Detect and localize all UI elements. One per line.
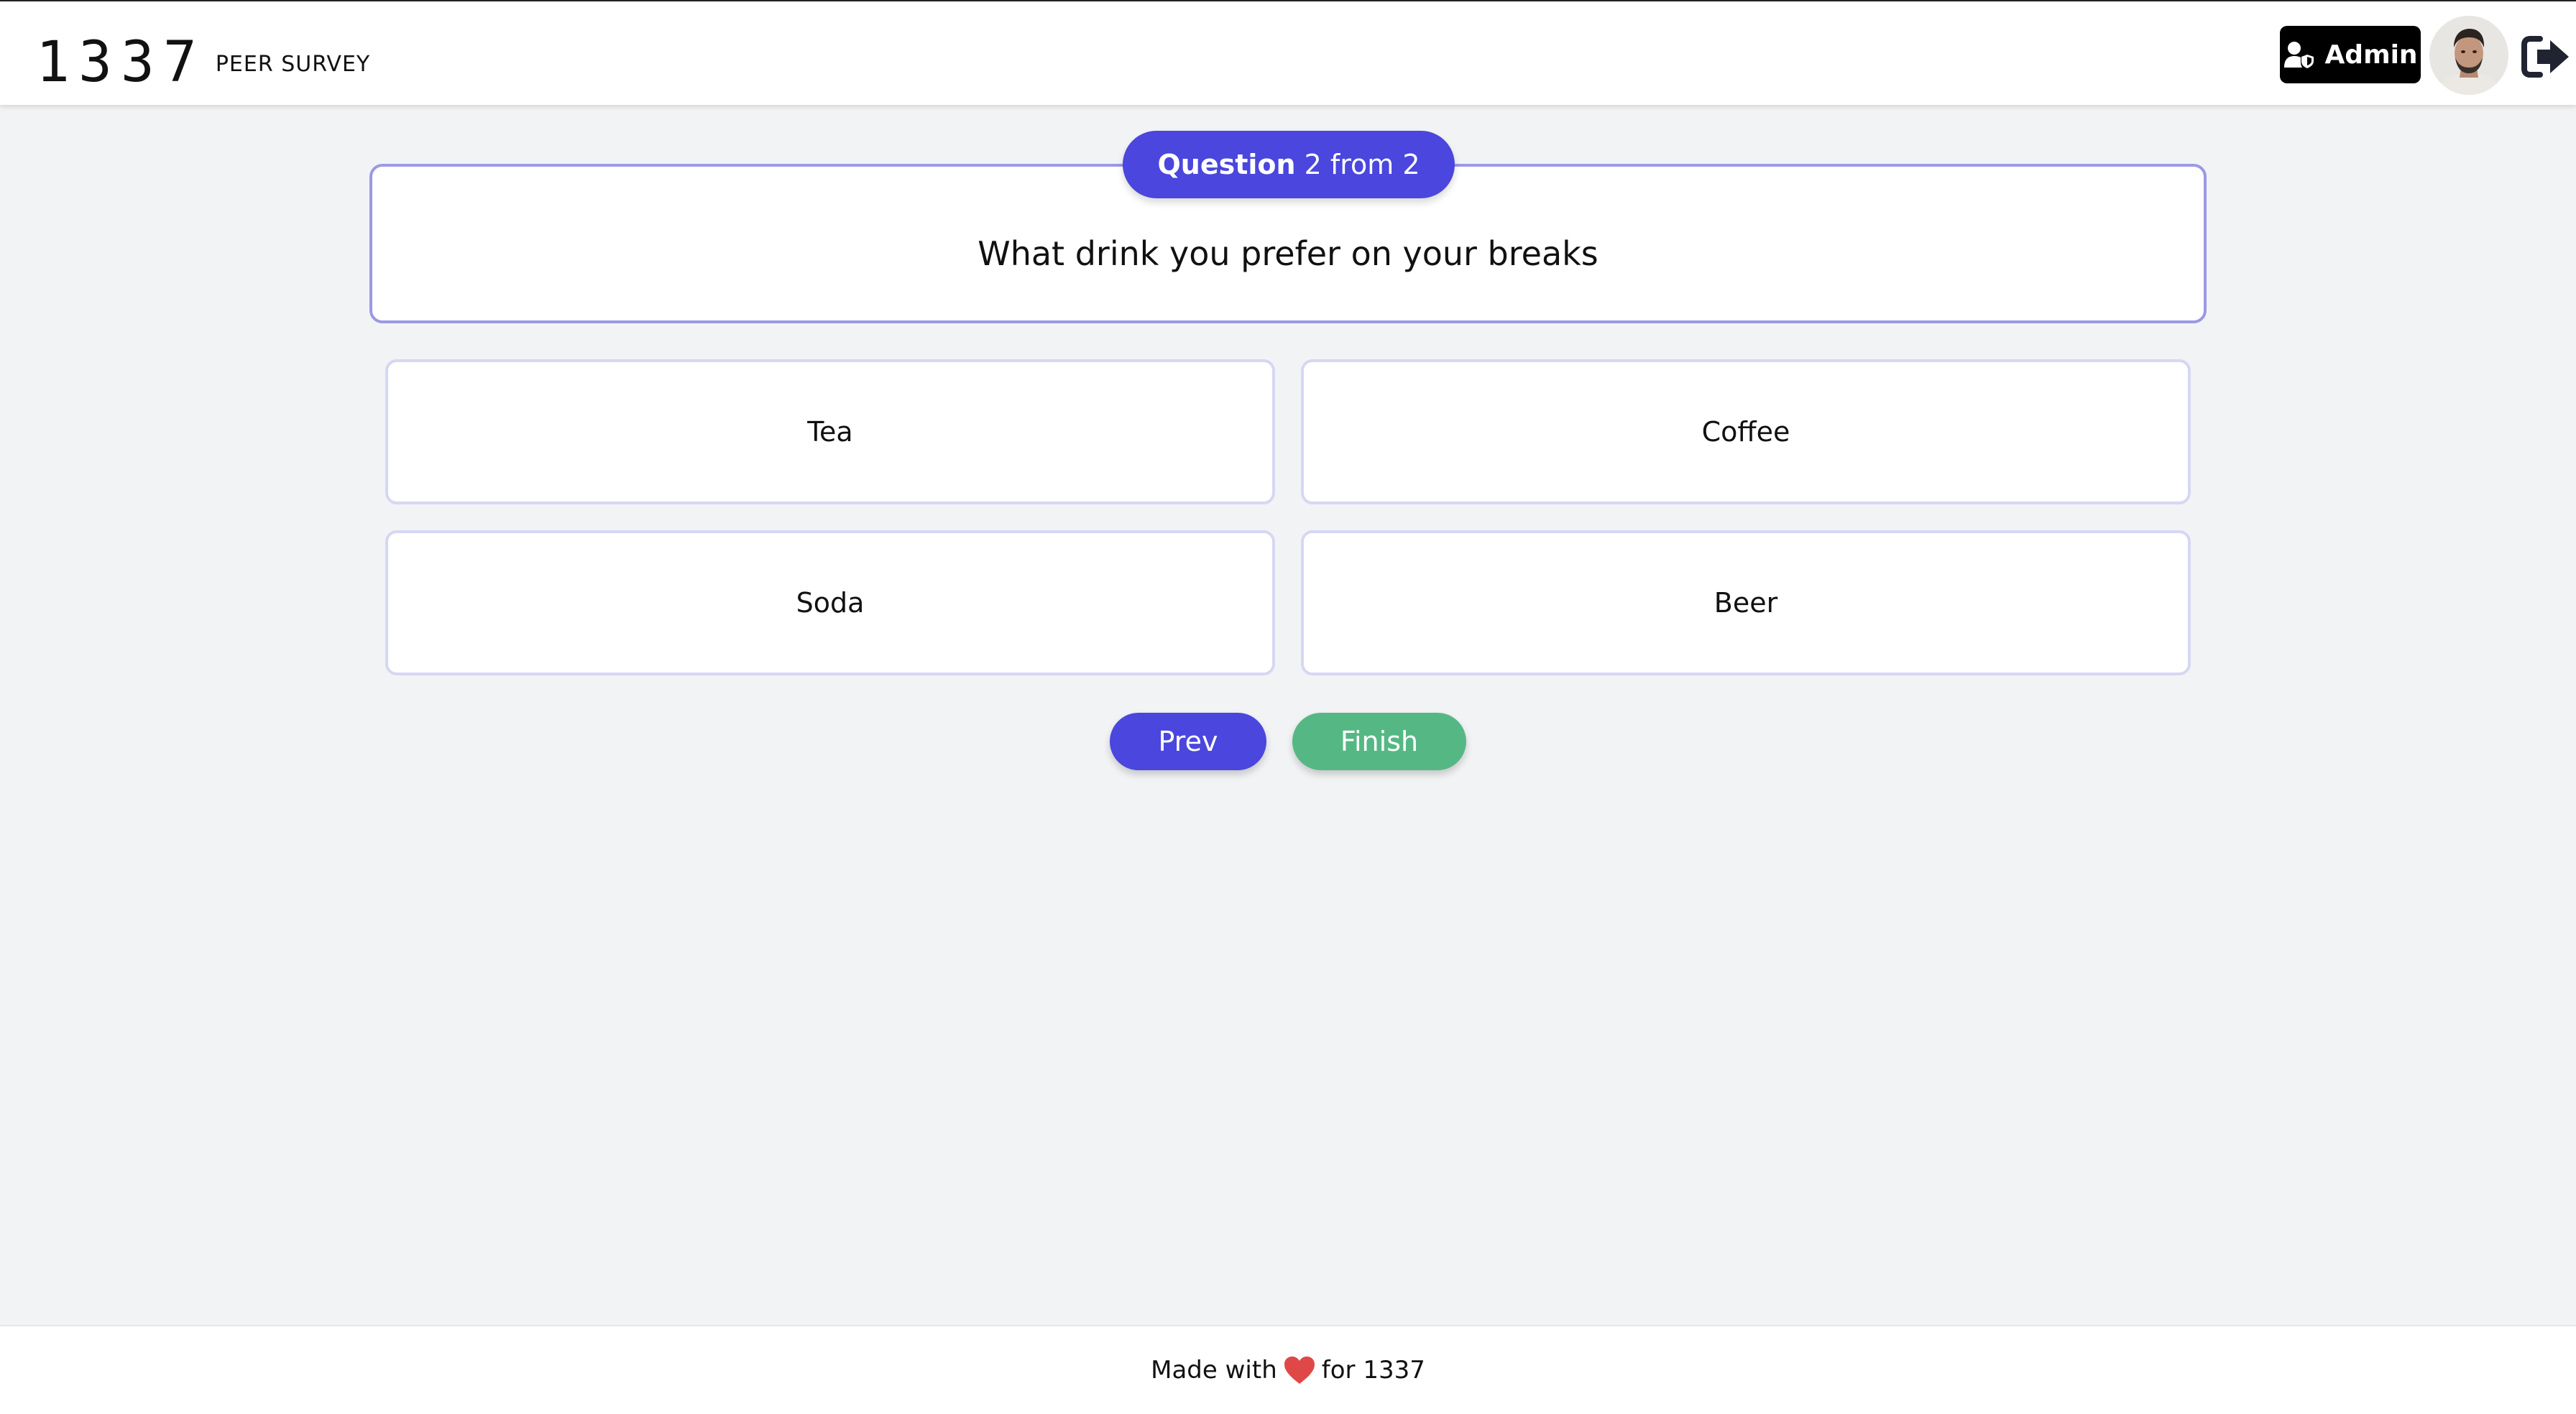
survey-page: 1337 PEER SURVEY Admin Question 2 from 2… bbox=[0, 0, 2576, 1414]
option-tea[interactable]: Tea bbox=[385, 359, 1275, 504]
question-progress: 2 from 2 bbox=[1304, 149, 1420, 180]
avatar-photo bbox=[2429, 16, 2508, 95]
user-avatar[interactable] bbox=[2429, 16, 2508, 95]
user-shield-icon bbox=[2284, 42, 2314, 68]
footer-text-before: Made with bbox=[1151, 1356, 1277, 1385]
logo-text: PEER SURVEY bbox=[215, 51, 371, 77]
question-counter: Question 2 from 2 bbox=[1123, 131, 1455, 198]
top-header: 1337 PEER SURVEY Admin bbox=[0, 0, 2576, 105]
finish-button[interactable]: Finish bbox=[1292, 713, 1466, 770]
logo-mark: 1337 bbox=[36, 30, 206, 95]
admin-label: Admin bbox=[2324, 40, 2418, 70]
footer: Made with for 1337 bbox=[0, 1325, 2576, 1414]
admin-button[interactable]: Admin bbox=[2280, 26, 2421, 83]
option-soda[interactable]: Soda bbox=[385, 530, 1275, 675]
logout-icon[interactable] bbox=[2521, 34, 2572, 79]
footer-text-after: for 1337 bbox=[1321, 1356, 1425, 1385]
heart-icon bbox=[1284, 1357, 1315, 1384]
prev-button[interactable]: Prev bbox=[1110, 713, 1266, 770]
option-beer[interactable]: Beer bbox=[1301, 530, 2191, 675]
logo[interactable]: 1337 PEER SURVEY bbox=[36, 34, 370, 91]
question-label: Question bbox=[1157, 149, 1296, 180]
option-coffee[interactable]: Coffee bbox=[1301, 359, 2191, 504]
question-text: What drink you prefer on your breaks bbox=[978, 234, 1598, 273]
